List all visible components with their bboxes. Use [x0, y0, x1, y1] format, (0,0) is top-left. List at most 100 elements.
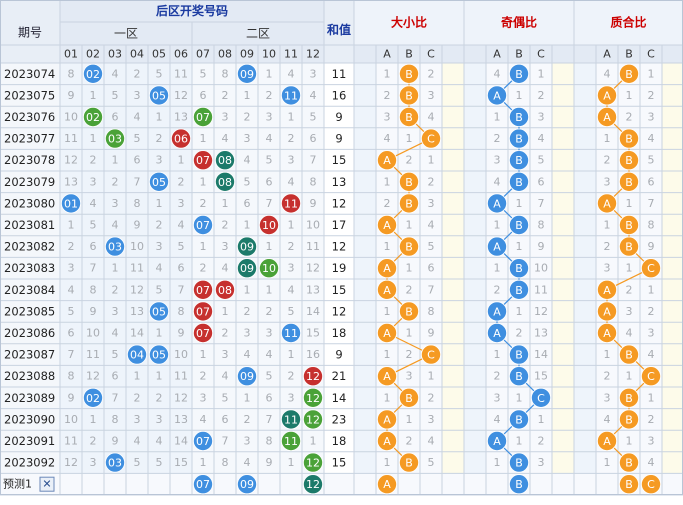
forecast-close-button[interactable]: ✕ [39, 476, 55, 492]
drawn-number-ball: 08 [214, 150, 235, 171]
miss-count: 1 [200, 456, 207, 469]
sum-value: 17 [332, 218, 347, 232]
p-ratio-ball: B [619, 344, 640, 365]
miss-count: 3 [90, 175, 97, 188]
miss-count: 2 [288, 240, 295, 253]
miss-count: 1 [156, 327, 163, 340]
miss-count: 3 [288, 391, 295, 404]
p-ratio-ball: B [619, 150, 640, 171]
s-ratio-ball: A [376, 150, 397, 171]
miss-count: 13 [174, 111, 188, 124]
ratio-miss-count: 6 [428, 262, 435, 275]
drawn-number-ball: 02 [83, 107, 104, 128]
miss-count: 2 [90, 154, 97, 167]
o-ratio-ball: A [486, 322, 507, 343]
miss-count: 5 [156, 456, 163, 469]
ratio-miss-count: 4 [648, 456, 655, 469]
miss-count: 5 [200, 67, 207, 80]
miss-count: 4 [134, 435, 141, 448]
miss-count: 1 [90, 413, 97, 426]
ratio-miss-count: 1 [516, 305, 523, 318]
miss-count: 6 [112, 370, 119, 383]
ball-number: 08 [218, 284, 232, 297]
miss-count: 3 [134, 413, 141, 426]
p-ratio-ball: A [597, 322, 618, 343]
drawn-number-ball: 07 [192, 301, 213, 322]
miss-count: 1 [112, 154, 119, 167]
s-ratio-ball: B [398, 171, 419, 192]
miss-count: 8 [112, 413, 119, 426]
ball-number: 03 [108, 457, 122, 470]
miss-count: 8 [222, 456, 229, 469]
miss-count: 3 [244, 435, 251, 448]
miss-count: 7 [310, 154, 317, 167]
drawn-number-ball: 05 [148, 301, 169, 322]
ratio-miss-count: 1 [604, 132, 611, 145]
ratio-miss-count: 7 [428, 283, 435, 296]
drawn-number-ball: 07 [192, 150, 213, 171]
s-ratio-ball: A [376, 322, 397, 343]
p-ratio-ball: B [619, 63, 640, 84]
s-ratio-ball: A [376, 279, 397, 300]
ratio-miss-count: 2 [406, 283, 413, 296]
ball-number: 07 [196, 435, 210, 448]
miss-count: 11 [174, 370, 188, 383]
zone2-label: 二区 [246, 27, 270, 41]
ratio-miss-count: 1 [626, 370, 633, 383]
drawn-number-ball: 11 [280, 322, 301, 343]
miss-count: 4 [288, 175, 295, 188]
miss-count: 4 [222, 132, 229, 145]
p-ratio-ball: B [619, 214, 640, 235]
ball-number: 09 [240, 262, 254, 275]
period-cell: 2023091 [4, 434, 55, 448]
ratio-miss-count: 1 [626, 197, 633, 210]
miss-count: 2 [200, 197, 207, 210]
miss-count: 2 [178, 175, 185, 188]
miss-count: 3 [156, 413, 163, 426]
miss-count: 6 [200, 89, 207, 102]
p-ratio-ball: A [597, 279, 618, 300]
period-cell: 2023090 [4, 412, 55, 426]
miss-count: 5 [134, 132, 141, 145]
ball-number: 11 [284, 197, 298, 210]
miss-count: 8 [178, 305, 185, 318]
miss-count: 4 [244, 456, 251, 469]
o-ratio-ball: C [531, 387, 552, 408]
p-ratio-ball: A [597, 301, 618, 322]
miss-count: 5 [310, 111, 317, 124]
miss-count: 3 [156, 154, 163, 167]
miss-count: 3 [222, 240, 229, 253]
miss-count: 4 [112, 219, 119, 232]
ball-number: B [515, 176, 523, 189]
miss-count: 2 [244, 111, 251, 124]
ratio-miss-count: 5 [428, 240, 435, 253]
p-ratio-ball: C [641, 366, 662, 387]
number-col-header: 11 [284, 48, 298, 61]
abc-col-header: B [405, 48, 413, 61]
ratio-miss-count: 3 [648, 435, 655, 448]
drawn-number-ball: 04 [127, 344, 148, 365]
miss-count: 10 [64, 413, 78, 426]
sum-value: 9 [335, 110, 342, 124]
ratio-miss-count: 8 [538, 219, 545, 232]
ratio-miss-count: 15 [534, 370, 548, 383]
miss-count: 4 [134, 111, 141, 124]
miss-count: 7 [266, 197, 273, 210]
abc-col-header: C [537, 48, 545, 61]
ratio-miss-count: 4 [604, 413, 611, 426]
ball-number: 03 [108, 133, 122, 146]
ball-number: A [383, 370, 391, 383]
o-ratio-ball: A [486, 193, 507, 214]
ball-number: A [603, 327, 611, 340]
p-ratio-title: 质合比 [610, 15, 646, 30]
o-ratio-ball: B [508, 409, 529, 430]
s-forecast-ball: A [376, 474, 397, 495]
ball-number: B [405, 197, 413, 210]
drawn-number-ball: 08 [214, 171, 235, 192]
ball-number: B [405, 392, 413, 405]
miss-count: 4 [266, 132, 273, 145]
drawn-number-ball: 11 [280, 193, 301, 214]
abc-col-header: A [603, 48, 611, 61]
ratio-miss-count: 1 [626, 435, 633, 448]
drawn-number-ball: 03 [105, 452, 126, 473]
